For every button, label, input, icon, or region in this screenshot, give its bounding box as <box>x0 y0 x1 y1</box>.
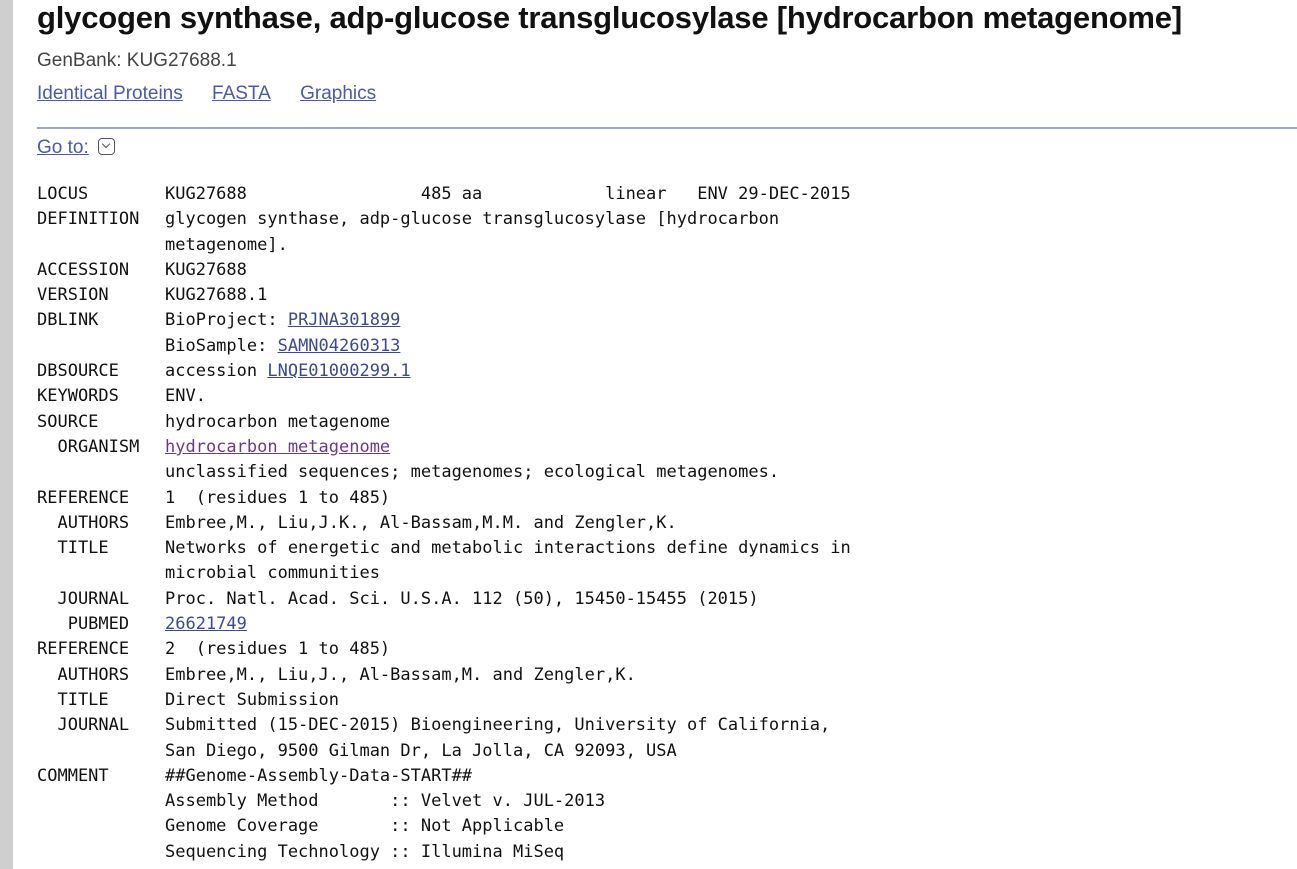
field-key: DBSOURCE <box>37 361 119 382</box>
organism-link[interactable]: hydrocarbon metagenome <box>165 437 390 457</box>
goto-menu[interactable]: Go to: <box>37 137 116 159</box>
source-value: hydrocarbon metagenome <box>165 411 391 432</box>
field-key: JOURNAL <box>37 588 130 609</box>
field-key: TITLE <box>37 538 109 559</box>
field-key: DBLINK <box>37 310 99 331</box>
dbsource-label: accession <box>165 361 268 382</box>
field-key: SOURCE <box>37 411 99 432</box>
genbank-record: LOCUS KUG27688 485 aa linear ENV 29-DEC-… <box>37 182 851 865</box>
title-line: TITLE Networks of energetic and metaboli… <box>37 536 851 561</box>
field-key: AUTHORS <box>37 512 130 533</box>
comment-value: Sequencing Technology :: Illumina MiSeq <box>165 841 565 862</box>
version-line: VERSION KUG27688.1 <box>37 283 851 308</box>
biosample-link[interactable]: SAMN04260313 <box>278 336 401 356</box>
reference-value: 1 (residues 1 to 485) <box>165 487 391 508</box>
comment-line-3: Genome Coverage :: Not Applicable <box>37 814 851 839</box>
field-key: TITLE <box>37 689 109 710</box>
field-key: VERSION <box>37 285 109 306</box>
dblink-line: DBLINK BioProject: PRJNA301899 <box>37 308 851 333</box>
dbsource-line: DBSOURCE accession LNQE01000299.1 <box>37 359 851 384</box>
field-key: JOURNAL <box>37 715 130 736</box>
journal-value: Submitted (15-DEC-2015) Bioengineering, … <box>165 715 831 736</box>
keywords-line: KEYWORDS ENV. <box>37 384 851 409</box>
biosample-label: BioSample: <box>165 335 278 356</box>
reference-value: 2 (residues 1 to 485) <box>165 639 391 660</box>
authors-value: Embree,M., Liu,J.K., Al-Bassam,M.M. and … <box>165 512 677 533</box>
field-key: KEYWORDS <box>37 386 119 407</box>
journal-line-3: San Diego, 9500 Gilman Dr, La Jolla, CA … <box>37 739 851 764</box>
divider <box>37 127 1297 129</box>
fasta-link[interactable]: FASTA <box>212 83 271 104</box>
keywords-value: ENV. <box>165 386 206 407</box>
field-key: PUBMED <box>37 614 130 635</box>
comment-value: Assembly Method :: Velvet v. JUL-2013 <box>165 791 606 812</box>
definition-value-cont: metagenome]. <box>165 234 288 255</box>
comment-value: Genome Coverage :: Not Applicable <box>165 816 565 837</box>
accession-line: ACCESSION KUG27688 <box>37 258 851 283</box>
goto-label[interactable]: Go to: <box>37 137 89 158</box>
bioproject-label: BioProject: <box>165 310 288 331</box>
authors-line: AUTHORS Embree,M., Liu,J.K., Al-Bassam,M… <box>37 511 851 536</box>
source-line: SOURCE hydrocarbon metagenome <box>37 410 851 435</box>
organism-line: ORGANISM hydrocarbon metagenome <box>37 435 851 460</box>
reference-line: REFERENCE 1 (residues 1 to 485) <box>37 486 851 511</box>
field-key: AUTHORS <box>37 664 130 685</box>
authors-line-2: AUTHORS Embree,M., Liu,J., Al-Bassam,M. … <box>37 663 851 688</box>
comment-line-4: Sequencing Technology :: Illumina MiSeq <box>37 840 851 865</box>
comment-line-2: Assembly Method :: Velvet v. JUL-2013 <box>37 789 851 814</box>
field-key: ORGANISM <box>37 436 140 457</box>
journal-value-cont: San Diego, 9500 Gilman Dr, La Jolla, CA … <box>165 740 677 761</box>
definition-line: DEFINITION glycogen synthase, adp-glucos… <box>37 207 851 232</box>
reference-line-2: REFERENCE 2 (residues 1 to 485) <box>37 637 851 662</box>
title-value-cont: microbial communities <box>165 563 380 584</box>
comment-value: ##Genome-Assembly-Data-START## <box>165 765 473 786</box>
field-key: LOCUS <box>37 184 89 204</box>
record-links: Identical Proteins FASTA Graphics <box>37 83 400 105</box>
comment-line: COMMENT ##Genome-Assembly-Data-START## <box>37 764 851 789</box>
dblink-line-2: BioSample: SAMN04260313 <box>37 334 851 359</box>
pubmed-link[interactable]: 26621749 <box>165 614 247 634</box>
title-line-3: TITLE Direct Submission <box>37 688 851 713</box>
authors-value: Embree,M., Liu,J., Al-Bassam,M. and Zeng… <box>165 664 636 685</box>
field-key: ACCESSION <box>37 259 130 280</box>
lineage-line: unclassified sequences; metagenomes; eco… <box>37 460 851 485</box>
graphics-link[interactable]: Graphics <box>300 83 376 104</box>
locus-line: LOCUS KUG27688 485 aa linear ENV 29-DEC-… <box>37 182 851 207</box>
pubmed-line: PUBMED 26621749 <box>37 612 851 637</box>
left-rail <box>0 0 13 869</box>
genbank-accession-label: GenBank: KUG27688.1 <box>37 50 237 71</box>
definition-value: glycogen synthase, adp-glucose transgluc… <box>165 209 780 230</box>
lineage-value: unclassified sequences; metagenomes; eco… <box>165 462 780 483</box>
field-key: COMMENT <box>37 765 109 786</box>
title-value: Networks of energetic and metabolic inte… <box>165 538 851 559</box>
field-key: REFERENCE <box>37 487 130 508</box>
bioproject-link[interactable]: PRJNA301899 <box>288 310 401 330</box>
field-key: DEFINITION <box>37 209 140 230</box>
definition-line-2: metagenome]. <box>37 233 851 258</box>
locus-value: KUG27688 485 aa linear ENV 29-DEC-2015 <box>165 184 851 204</box>
journal-line-2: JOURNAL Submitted (15-DEC-2015) Bioengin… <box>37 713 851 738</box>
field-key: REFERENCE <box>37 639 130 660</box>
title-value: Direct Submission <box>165 689 339 710</box>
page-title: glycogen synthase, adp-glucose transgluc… <box>37 0 1182 35</box>
identical-proteins-link[interactable]: Identical Proteins <box>37 83 183 104</box>
journal-value: Proc. Natl. Acad. Sci. U.S.A. 112 (50), … <box>165 588 759 609</box>
title-line-2: microbial communities <box>37 561 851 586</box>
journal-line: JOURNAL Proc. Natl. Acad. Sci. U.S.A. 11… <box>37 587 851 612</box>
dbsource-link[interactable]: LNQE01000299.1 <box>267 361 410 381</box>
accession-value: KUG27688 <box>165 259 247 280</box>
chevron-down-icon[interactable] <box>98 138 116 155</box>
version-value: KUG27688.1 <box>165 285 268 306</box>
